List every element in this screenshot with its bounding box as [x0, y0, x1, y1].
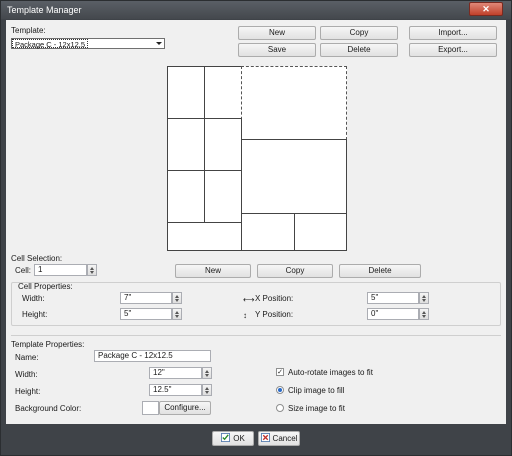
- cell-width-label: Width:: [22, 294, 45, 303]
- x-position-label-wrap: ⟷X Position:: [243, 294, 293, 304]
- close-button[interactable]: ✕: [469, 2, 503, 16]
- template-name-input[interactable]: Package C - 12x12.5: [94, 350, 211, 362]
- cancel-label: Cancel: [272, 434, 298, 443]
- x-position-stepper[interactable]: [419, 292, 429, 304]
- cell-new-button[interactable]: New: [175, 264, 251, 278]
- cancel-icon: [260, 433, 270, 442]
- cancel-button[interactable]: Cancel: [258, 431, 300, 446]
- chevron-down-icon: [156, 42, 162, 45]
- spin-down-icon: [205, 391, 209, 394]
- spin-down-icon: [175, 315, 179, 318]
- layout-cell[interactable]: [204, 118, 242, 171]
- template-width-stepper[interactable]: [202, 367, 212, 379]
- divider: [11, 335, 501, 336]
- dialog-footer: OK Cancel: [6, 424, 506, 452]
- clip-image-label: Clip image to fill: [288, 386, 345, 395]
- cell-height-stepper[interactable]: [172, 308, 182, 320]
- cell-width-stepper[interactable]: [172, 292, 182, 304]
- template-save-button[interactable]: Save: [238, 43, 316, 57]
- cell-delete-button[interactable]: Delete: [339, 264, 421, 278]
- layout-cell[interactable]: [241, 213, 295, 251]
- template-height-stepper[interactable]: [202, 384, 212, 396]
- cell-number-stepper[interactable]: [87, 264, 97, 276]
- title-bar: Template Manager ✕: [1, 1, 511, 19]
- clip-image-radio[interactable]: [276, 386, 284, 394]
- spin-down-icon: [205, 374, 209, 377]
- spin-up-icon: [90, 267, 94, 270]
- dialog-body: Template: Package C - 12x12.5 New Copy I…: [6, 20, 506, 424]
- layout-cell[interactable]: [294, 213, 347, 251]
- layout-cell[interactable]: [167, 222, 242, 251]
- horizontal-arrows-icon: ⟷: [243, 295, 255, 304]
- template-dropdown-value: Package C - 12x12.5: [12, 39, 89, 49]
- cell-label: Cell:: [15, 266, 32, 275]
- x-position-label: X Position:: [255, 294, 294, 303]
- template-import-button[interactable]: Import...: [409, 26, 497, 40]
- cell-selection-label: Cell Selection:: [11, 254, 63, 263]
- ok-label: OK: [233, 434, 245, 443]
- cell-height-input[interactable]: 5": [120, 308, 172, 320]
- cell-properties-label: Cell Properties:: [18, 282, 73, 291]
- size-image-label: Size image to fit: [288, 404, 345, 413]
- layout-cell[interactable]: [167, 170, 205, 223]
- spin-up-icon: [422, 295, 426, 298]
- layout-cell[interactable]: [167, 66, 205, 119]
- spin-up-icon: [422, 311, 426, 314]
- layout-cell[interactable]: [204, 170, 242, 223]
- window-title: Template Manager: [7, 5, 82, 15]
- template-new-button[interactable]: New: [238, 26, 316, 40]
- configure-button[interactable]: Configure...: [159, 401, 211, 415]
- spin-down-icon: [175, 299, 179, 302]
- template-delete-button[interactable]: Delete: [320, 43, 398, 57]
- ok-icon: [221, 433, 231, 442]
- spin-up-icon: [175, 295, 179, 298]
- template-manager-window: Template Manager ✕ Template: Package C -…: [0, 0, 512, 456]
- close-icon: ✕: [482, 4, 490, 14]
- layout-cell[interactable]: [241, 139, 347, 214]
- spin-up-icon: [205, 370, 209, 373]
- y-position-input[interactable]: 0": [367, 308, 419, 320]
- background-color-label: Background Color:: [15, 404, 82, 413]
- template-properties-label: Template Properties:: [11, 340, 85, 349]
- spin-down-icon: [422, 315, 426, 318]
- template-width-input[interactable]: 12": [149, 367, 202, 379]
- auto-rotate-checkbox[interactable]: ✓: [276, 368, 284, 376]
- spin-up-icon: [205, 387, 209, 390]
- ok-button[interactable]: OK: [212, 431, 254, 446]
- layout-preview: [167, 66, 347, 251]
- spin-up-icon: [175, 311, 179, 314]
- template-label: Template:: [11, 26, 46, 35]
- spin-down-icon: [90, 271, 94, 274]
- cell-copy-button[interactable]: Copy: [257, 264, 333, 278]
- spin-down-icon: [422, 299, 426, 302]
- template-width-label: Width:: [15, 370, 38, 379]
- y-position-stepper[interactable]: [419, 308, 429, 320]
- cell-height-label: Height:: [22, 310, 48, 319]
- y-position-label-wrap: ↕ Y Position:: [243, 310, 293, 320]
- vertical-arrows-icon: ↕: [243, 311, 247, 320]
- layout-cell-selected[interactable]: [241, 66, 347, 140]
- x-position-input[interactable]: 5": [367, 292, 419, 304]
- layout-cell[interactable]: [204, 66, 242, 119]
- template-copy-button[interactable]: Copy: [320, 26, 398, 40]
- template-height-input[interactable]: 12.5": [149, 384, 202, 396]
- layout-cell[interactable]: [167, 118, 205, 171]
- auto-rotate-label: Auto-rotate images to fit: [288, 368, 373, 377]
- cell-number-input[interactable]: 1: [34, 264, 87, 276]
- cell-width-input[interactable]: 7": [120, 292, 172, 304]
- template-dropdown[interactable]: Package C - 12x12.5: [11, 38, 165, 49]
- template-name-label: Name:: [15, 353, 39, 362]
- y-position-label: Y Position:: [255, 310, 294, 319]
- size-image-radio[interactable]: [276, 404, 284, 412]
- template-height-label: Height:: [15, 387, 41, 396]
- background-color-swatch[interactable]: [142, 401, 159, 415]
- template-export-button[interactable]: Export...: [409, 43, 497, 57]
- checkmark-icon: ✓: [277, 369, 283, 376]
